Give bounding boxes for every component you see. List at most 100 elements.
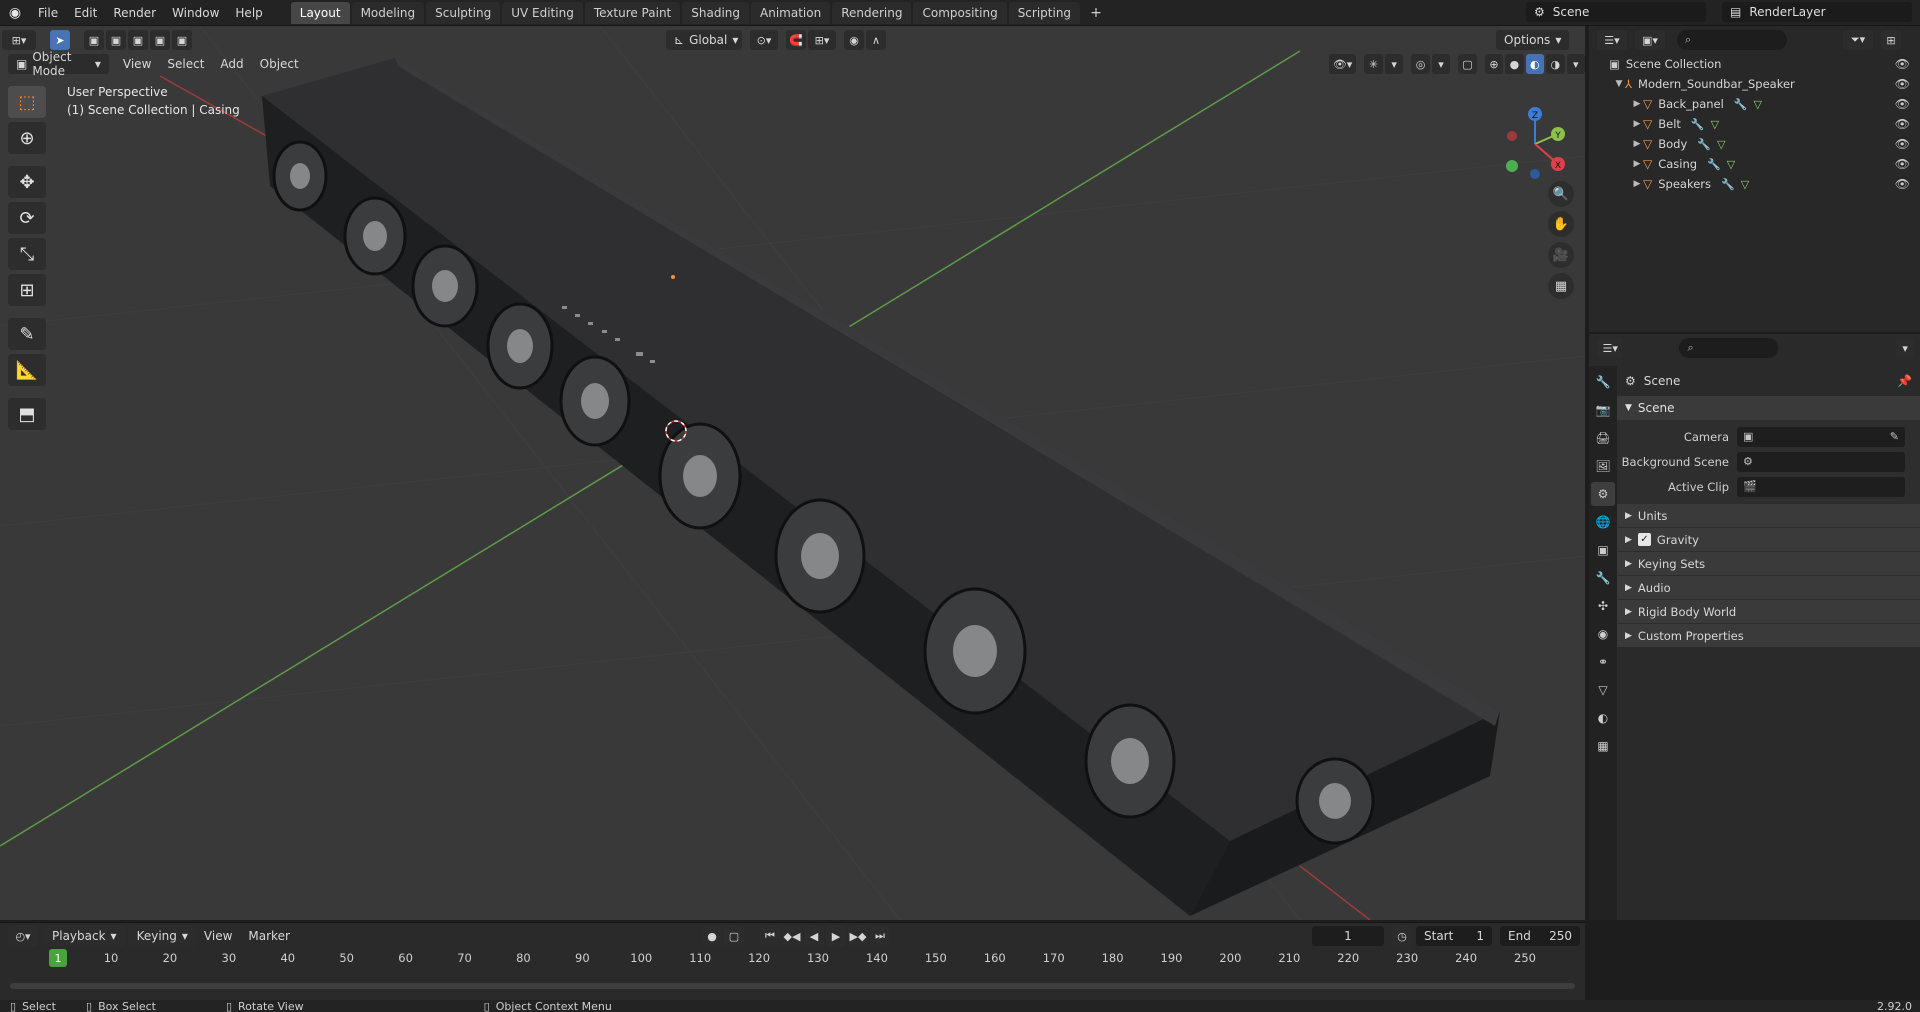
- tree-row-collection[interactable]: ▼ ⅄ Modern_Soundbar_Speaker 👁: [1589, 74, 1920, 94]
- measure-tool-icon[interactable]: 📐: [8, 354, 46, 386]
- timeline-menu-view[interactable]: View: [196, 929, 240, 943]
- menu-help[interactable]: Help: [227, 0, 270, 26]
- cursor-tool-icon[interactable]: ⊕: [8, 122, 46, 154]
- display-mode-icon[interactable]: ▣▾: [1635, 30, 1665, 50]
- tab-sculpting[interactable]: Sculpting: [426, 1, 501, 24]
- expand-closed-icon[interactable]: ▶: [1631, 159, 1643, 169]
- expand-closed-icon[interactable]: ▶: [1631, 179, 1643, 189]
- shading-rendered-icon[interactable]: ◑: [1546, 54, 1565, 74]
- options-dropdown[interactable]: Options ▾: [1496, 30, 1570, 50]
- camera-field[interactable]: ▣ ✎: [1737, 426, 1905, 447]
- viewport-menu-object[interactable]: Object: [252, 57, 307, 71]
- tab-layout[interactable]: Layout: [290, 1, 350, 24]
- tab-scripting[interactable]: Scripting: [1008, 1, 1081, 24]
- eye-icon[interactable]: 👁: [1895, 97, 1910, 111]
- select-mode-extend-icon[interactable]: ▣: [106, 30, 126, 50]
- overlay-toggle-icon[interactable]: ◎: [1411, 54, 1430, 74]
- menu-edit[interactable]: Edit: [66, 0, 105, 26]
- tab-uv-editing[interactable]: UV Editing: [502, 1, 583, 24]
- pivot-point-icon[interactable]: ⊙▾: [750, 30, 778, 50]
- custom-properties-panel-header[interactable]: ▶ Custom Properties: [1617, 623, 1920, 647]
- gravity-panel-header[interactable]: ▶ ✓ Gravity: [1617, 527, 1920, 551]
- menu-file[interactable]: File: [30, 0, 66, 26]
- move-tool-icon[interactable]: ✥: [8, 166, 46, 198]
- eye-icon[interactable]: 👁: [1895, 77, 1910, 91]
- play-reverse-icon[interactable]: ◀: [804, 926, 824, 946]
- view-layer-icon[interactable]: 🖼: [1591, 454, 1615, 478]
- gizmo-dropdown-icon[interactable]: ▾: [1384, 54, 1404, 74]
- select-box-tool-icon[interactable]: ⬚: [8, 86, 46, 118]
- audio-panel-header[interactable]: ▶ Audio: [1617, 575, 1920, 599]
- timeline-editor-type-icon[interactable]: ◴▾: [8, 926, 38, 946]
- record-icon[interactable]: ●: [702, 926, 722, 946]
- tab-shading[interactable]: Shading: [682, 1, 749, 24]
- transform-orientation-dropdown[interactable]: ⊾ Global ▾: [666, 30, 742, 50]
- shading-material-icon[interactable]: ◐: [1525, 54, 1545, 74]
- preview-range-icon[interactable]: ◷: [1392, 926, 1412, 946]
- next-keyframe-icon[interactable]: ▶◆: [848, 926, 868, 946]
- xray-toggle-icon[interactable]: ▢: [1458, 54, 1477, 74]
- background-scene-field[interactable]: ⚙: [1737, 451, 1905, 472]
- constraints-settings-icon[interactable]: ⚭: [1591, 650, 1615, 674]
- pin-icon[interactable]: 📌: [1897, 374, 1912, 388]
- scene-settings-icon[interactable]: ⚙: [1591, 482, 1615, 506]
- shading-solid-icon[interactable]: ●: [1505, 54, 1524, 74]
- select-mode-invert-icon[interactable]: ▣: [150, 30, 170, 50]
- keying-dropdown[interactable]: Keying ▾: [128, 926, 196, 946]
- playback-dropdown[interactable]: Playback ▾: [44, 926, 125, 946]
- add-workspace-button[interactable]: +: [1082, 2, 1110, 24]
- snap-target-icon[interactable]: ⊞▾: [808, 30, 836, 50]
- outliner-search-input[interactable]: ⌕: [1677, 30, 1787, 50]
- units-panel-header[interactable]: ▶ Units: [1617, 503, 1920, 527]
- filter-icon[interactable]: ⏷▾: [1843, 30, 1873, 50]
- properties-search-input[interactable]: ⌕: [1679, 338, 1779, 358]
- output-settings-icon[interactable]: 🖨: [1591, 426, 1615, 450]
- outliner-editor-type-icon[interactable]: ☰▾: [1597, 30, 1627, 50]
- mesh-data-settings-icon[interactable]: ▽: [1591, 678, 1615, 702]
- keying-sets-panel-header[interactable]: ▶ Keying Sets: [1617, 551, 1920, 575]
- menu-render[interactable]: Render: [105, 0, 164, 26]
- scene-panel-header[interactable]: ▼ Scene: [1617, 396, 1920, 420]
- overlay-dropdown-icon[interactable]: ▾: [1431, 54, 1451, 74]
- active-clip-field[interactable]: 🎬: [1737, 476, 1905, 497]
- select-mode-new-icon[interactable]: ▣: [84, 30, 104, 50]
- eyedropper-icon[interactable]: ✎: [1890, 430, 1899, 443]
- properties-editor-type-icon[interactable]: ☰▾: [1597, 338, 1624, 358]
- shading-wireframe-icon[interactable]: ⊕: [1484, 54, 1504, 74]
- tree-row-object[interactable]: ▶ ▽ Back_panel 🔧 ▽ 👁: [1589, 94, 1920, 114]
- add-cube-tool-icon[interactable]: ⬒: [8, 398, 46, 430]
- world-settings-icon[interactable]: 🌐: [1591, 510, 1615, 534]
- scene-selector[interactable]: ⚙ Scene: [1526, 2, 1706, 22]
- annotate-tool-icon[interactable]: ✎: [8, 318, 46, 350]
- jump-start-icon[interactable]: ⏮: [760, 926, 780, 946]
- snap-toggle-icon[interactable]: 🧲: [786, 30, 806, 50]
- eye-icon[interactable]: 👁: [1895, 177, 1910, 191]
- material-settings-icon[interactable]: ◐: [1591, 706, 1615, 730]
- perspective-grid-icon[interactable]: ▦: [1548, 273, 1574, 299]
- particles-settings-icon[interactable]: ✣: [1591, 594, 1615, 618]
- current-frame-field[interactable]: 1: [1312, 926, 1384, 946]
- proportional-edit-icon[interactable]: ◉: [844, 30, 864, 50]
- rotate-tool-icon[interactable]: ⟳: [8, 202, 46, 234]
- select-mode-intersect-icon[interactable]: ▣: [172, 30, 192, 50]
- tab-compositing[interactable]: Compositing: [913, 1, 1007, 24]
- select-tool-icon[interactable]: ➤: [50, 30, 70, 50]
- gizmo-toggle-icon[interactable]: ✳: [1364, 54, 1383, 74]
- prev-keyframe-icon[interactable]: ◆◀: [782, 926, 802, 946]
- texture-settings-icon[interactable]: ▦: [1591, 734, 1615, 758]
- eye-icon[interactable]: 👁: [1895, 117, 1910, 131]
- gravity-checkbox[interactable]: ✓: [1637, 533, 1651, 546]
- expand-closed-icon[interactable]: ▶: [1631, 139, 1643, 149]
- object-settings-icon[interactable]: ▣: [1591, 538, 1615, 562]
- frame-ruler[interactable]: 10 20 30 40 50 60 70 80 90 100 110 120 130 140 150 160 1…: [0, 949, 1585, 969]
- viewport-menu-add[interactable]: Add: [212, 57, 251, 71]
- blender-logo-icon[interactable]: ◉: [0, 0, 30, 26]
- modifier-settings-icon[interactable]: 🔧: [1591, 566, 1615, 590]
- shading-dropdown-icon[interactable]: ▾: [1566, 54, 1585, 74]
- pan-hand-icon[interactable]: ✋: [1548, 211, 1574, 237]
- play-icon[interactable]: ▶: [826, 926, 846, 946]
- viewport-menu-view[interactable]: View: [115, 57, 159, 71]
- navigation-gizmo[interactable]: Z Y X: [1500, 96, 1570, 186]
- tab-rendering[interactable]: Rendering: [832, 1, 912, 24]
- object-mode-dropdown[interactable]: ▣ Object Mode ▾: [8, 50, 109, 78]
